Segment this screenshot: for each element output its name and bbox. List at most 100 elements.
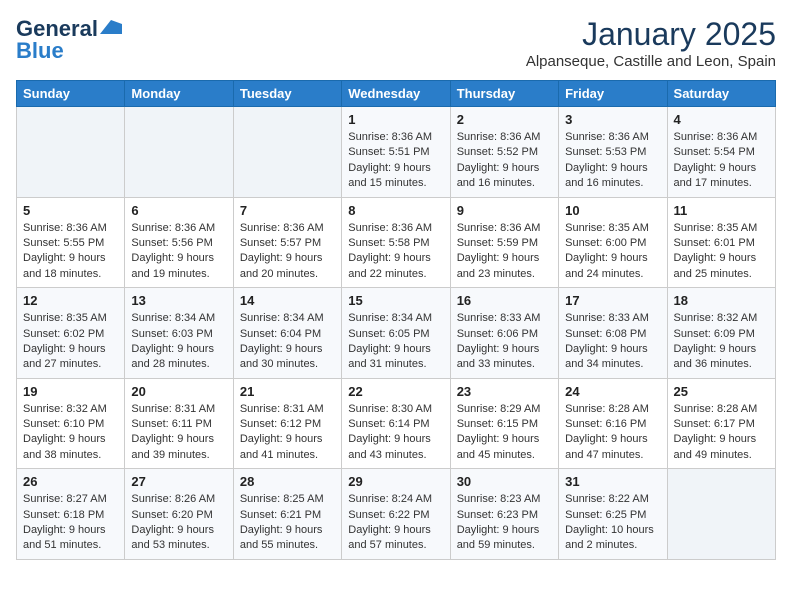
weekday-header-wednesday: Wednesday	[342, 81, 450, 107]
calendar-cell: 8 Sunrise: 8:36 AM Sunset: 5:58 PM Daylig…	[342, 197, 450, 288]
calendar-week-row: 1 Sunrise: 8:36 AM Sunset: 5:51 PM Daylig…	[17, 107, 776, 198]
day-info: Sunrise: 8:24 AM Sunset: 6:22 PM Dayligh…	[348, 492, 443, 554]
weekday-header-friday: Friday	[559, 81, 667, 107]
calendar-cell: 16Sunrise: 8:33 AM Sunset: 6:06 PM Dayli…	[450, 288, 558, 379]
day-number: 14	[240, 293, 335, 308]
calendar-cell: 30 Sunrise: 8:23 AM Sunset: 6:23 PM Dayli…	[450, 469, 558, 560]
title-block: January 2025 Alpanseque, Castille and Le…	[526, 16, 776, 70]
calendar-cell: 3Sunrise: 8:36 AM Sunset: 5:53 PM Daylig…	[559, 107, 667, 198]
day-info: Sunrise: 8:28 AM Sunset: 6:16 PM Dayligh…	[565, 402, 660, 464]
calendar-cell: 6Sunrise: 8:36 AM Sunset: 5:56 PM Daylig…	[125, 197, 233, 288]
day-number: 1	[348, 112, 443, 127]
calendar-cell: 7 Sunrise: 8:36 AM Sunset: 5:57 PM Daylig…	[233, 197, 341, 288]
calendar-cell	[125, 107, 233, 198]
calendar-cell: 18 Sunrise: 8:32 AM Sunset: 6:09 PM Dayli…	[667, 288, 775, 379]
day-info: Sunrise: 8:26 AM Sunset: 6:20 PM Dayligh…	[131, 492, 226, 554]
day-number: 9	[457, 203, 552, 218]
day-number: 2	[457, 112, 552, 127]
calendar-week-row: 5 Sunrise: 8:36 AM Sunset: 5:55 PM Daylig…	[17, 197, 776, 288]
day-info: Sunrise: 8:34 AM Sunset: 6:04 PM Dayligh…	[240, 311, 335, 373]
day-info: Sunrise: 8:36 AM Sunset: 5:55 PM Dayligh…	[23, 221, 118, 283]
day-info: Sunrise: 8:35 AM Sunset: 6:01 PM Dayligh…	[674, 221, 769, 283]
day-info: Sunrise: 8:27 AM Sunset: 6:18 PM Dayligh…	[23, 492, 118, 554]
calendar-week-row: 12Sunrise: 8:35 AM Sunset: 6:02 PM Dayli…	[17, 288, 776, 379]
calendar-cell: 31Sunrise: 8:22 AM Sunset: 6:25 PM Dayli…	[559, 469, 667, 560]
day-info: Sunrise: 8:36 AM Sunset: 5:52 PM Dayligh…	[457, 130, 552, 192]
weekday-header-tuesday: Tuesday	[233, 81, 341, 107]
weekday-header-monday: Monday	[125, 81, 233, 107]
day-info: Sunrise: 8:35 AM Sunset: 6:00 PM Dayligh…	[565, 221, 660, 283]
day-number: 24	[565, 384, 660, 399]
logo: General Blue	[16, 16, 122, 64]
day-info: Sunrise: 8:35 AM Sunset: 6:02 PM Dayligh…	[23, 311, 118, 373]
day-info: Sunrise: 8:25 AM Sunset: 6:21 PM Dayligh…	[240, 492, 335, 554]
calendar-cell: 28 Sunrise: 8:25 AM Sunset: 6:21 PM Dayli…	[233, 469, 341, 560]
day-number: 28	[240, 474, 335, 489]
logo-blue: Blue	[16, 38, 64, 64]
calendar-cell: 13Sunrise: 8:34 AM Sunset: 6:03 PM Dayli…	[125, 288, 233, 379]
calendar-cell: 26Sunrise: 8:27 AM Sunset: 6:18 PM Dayli…	[17, 469, 125, 560]
day-info: Sunrise: 8:34 AM Sunset: 6:03 PM Dayligh…	[131, 311, 226, 373]
day-number: 8	[348, 203, 443, 218]
day-info: Sunrise: 8:29 AM Sunset: 6:15 PM Dayligh…	[457, 402, 552, 464]
calendar-cell: 17 Sunrise: 8:33 AM Sunset: 6:08 PM Dayli…	[559, 288, 667, 379]
location-subtitle: Alpanseque, Castille and Leon, Spain	[526, 53, 776, 70]
day-info: Sunrise: 8:36 AM Sunset: 5:56 PM Dayligh…	[131, 221, 226, 283]
calendar-cell: 14 Sunrise: 8:34 AM Sunset: 6:04 PM Dayli…	[233, 288, 341, 379]
day-number: 25	[674, 384, 769, 399]
day-number: 5	[23, 203, 118, 218]
weekday-header-saturday: Saturday	[667, 81, 775, 107]
calendar-cell: 1 Sunrise: 8:36 AM Sunset: 5:51 PM Daylig…	[342, 107, 450, 198]
calendar-week-row: 26Sunrise: 8:27 AM Sunset: 6:18 PM Dayli…	[17, 469, 776, 560]
day-number: 20	[131, 384, 226, 399]
calendar-header-row: SundayMondayTuesdayWednesdayThursdayFrid…	[17, 81, 776, 107]
logo-icon	[100, 20, 122, 34]
calendar-cell: 5 Sunrise: 8:36 AM Sunset: 5:55 PM Daylig…	[17, 197, 125, 288]
day-number: 18	[674, 293, 769, 308]
calendar-cell: 22 Sunrise: 8:30 AM Sunset: 6:14 PM Dayli…	[342, 378, 450, 469]
day-info: Sunrise: 8:34 AM Sunset: 6:05 PM Dayligh…	[348, 311, 443, 373]
day-info: Sunrise: 8:36 AM Sunset: 5:54 PM Dayligh…	[674, 130, 769, 192]
weekday-header-thursday: Thursday	[450, 81, 558, 107]
calendar-cell: 11 Sunrise: 8:35 AM Sunset: 6:01 PM Dayli…	[667, 197, 775, 288]
day-number: 15	[348, 293, 443, 308]
day-number: 19	[23, 384, 118, 399]
calendar-cell	[17, 107, 125, 198]
calendar-cell: 20Sunrise: 8:31 AM Sunset: 6:11 PM Dayli…	[125, 378, 233, 469]
weekday-header-sunday: Sunday	[17, 81, 125, 107]
page-header: General Blue January 2025 Alpanseque, Ca…	[16, 16, 776, 70]
day-number: 17	[565, 293, 660, 308]
calendar-cell: 10 Sunrise: 8:35 AM Sunset: 6:00 PM Dayli…	[559, 197, 667, 288]
calendar-cell: 19Sunrise: 8:32 AM Sunset: 6:10 PM Dayli…	[17, 378, 125, 469]
day-number: 30	[457, 474, 552, 489]
day-number: 7	[240, 203, 335, 218]
day-number: 23	[457, 384, 552, 399]
day-number: 22	[348, 384, 443, 399]
calendar-cell	[233, 107, 341, 198]
day-number: 11	[674, 203, 769, 218]
calendar-cell: 9Sunrise: 8:36 AM Sunset: 5:59 PM Daylig…	[450, 197, 558, 288]
day-number: 29	[348, 474, 443, 489]
calendar-cell: 29 Sunrise: 8:24 AM Sunset: 6:22 PM Dayli…	[342, 469, 450, 560]
day-info: Sunrise: 8:36 AM Sunset: 5:53 PM Dayligh…	[565, 130, 660, 192]
calendar-cell: 2 Sunrise: 8:36 AM Sunset: 5:52 PM Daylig…	[450, 107, 558, 198]
calendar-table: SundayMondayTuesdayWednesdayThursdayFrid…	[16, 80, 776, 560]
calendar-cell: 12Sunrise: 8:35 AM Sunset: 6:02 PM Dayli…	[17, 288, 125, 379]
day-number: 4	[674, 112, 769, 127]
day-number: 10	[565, 203, 660, 218]
calendar-cell: 23 Sunrise: 8:29 AM Sunset: 6:15 PM Dayli…	[450, 378, 558, 469]
day-info: Sunrise: 8:23 AM Sunset: 6:23 PM Dayligh…	[457, 492, 552, 554]
day-info: Sunrise: 8:22 AM Sunset: 6:25 PM Dayligh…	[565, 492, 660, 554]
day-info: Sunrise: 8:30 AM Sunset: 6:14 PM Dayligh…	[348, 402, 443, 464]
calendar-cell: 21Sunrise: 8:31 AM Sunset: 6:12 PM Dayli…	[233, 378, 341, 469]
day-number: 21	[240, 384, 335, 399]
day-info: Sunrise: 8:36 AM Sunset: 5:51 PM Dayligh…	[348, 130, 443, 192]
calendar-cell: 4 Sunrise: 8:36 AM Sunset: 5:54 PM Daylig…	[667, 107, 775, 198]
day-info: Sunrise: 8:36 AM Sunset: 5:58 PM Dayligh…	[348, 221, 443, 283]
day-number: 27	[131, 474, 226, 489]
day-info: Sunrise: 8:36 AM Sunset: 5:57 PM Dayligh…	[240, 221, 335, 283]
calendar-cell: 15 Sunrise: 8:34 AM Sunset: 6:05 PM Dayli…	[342, 288, 450, 379]
day-info: Sunrise: 8:33 AM Sunset: 6:08 PM Dayligh…	[565, 311, 660, 373]
day-number: 16	[457, 293, 552, 308]
day-info: Sunrise: 8:32 AM Sunset: 6:09 PM Dayligh…	[674, 311, 769, 373]
